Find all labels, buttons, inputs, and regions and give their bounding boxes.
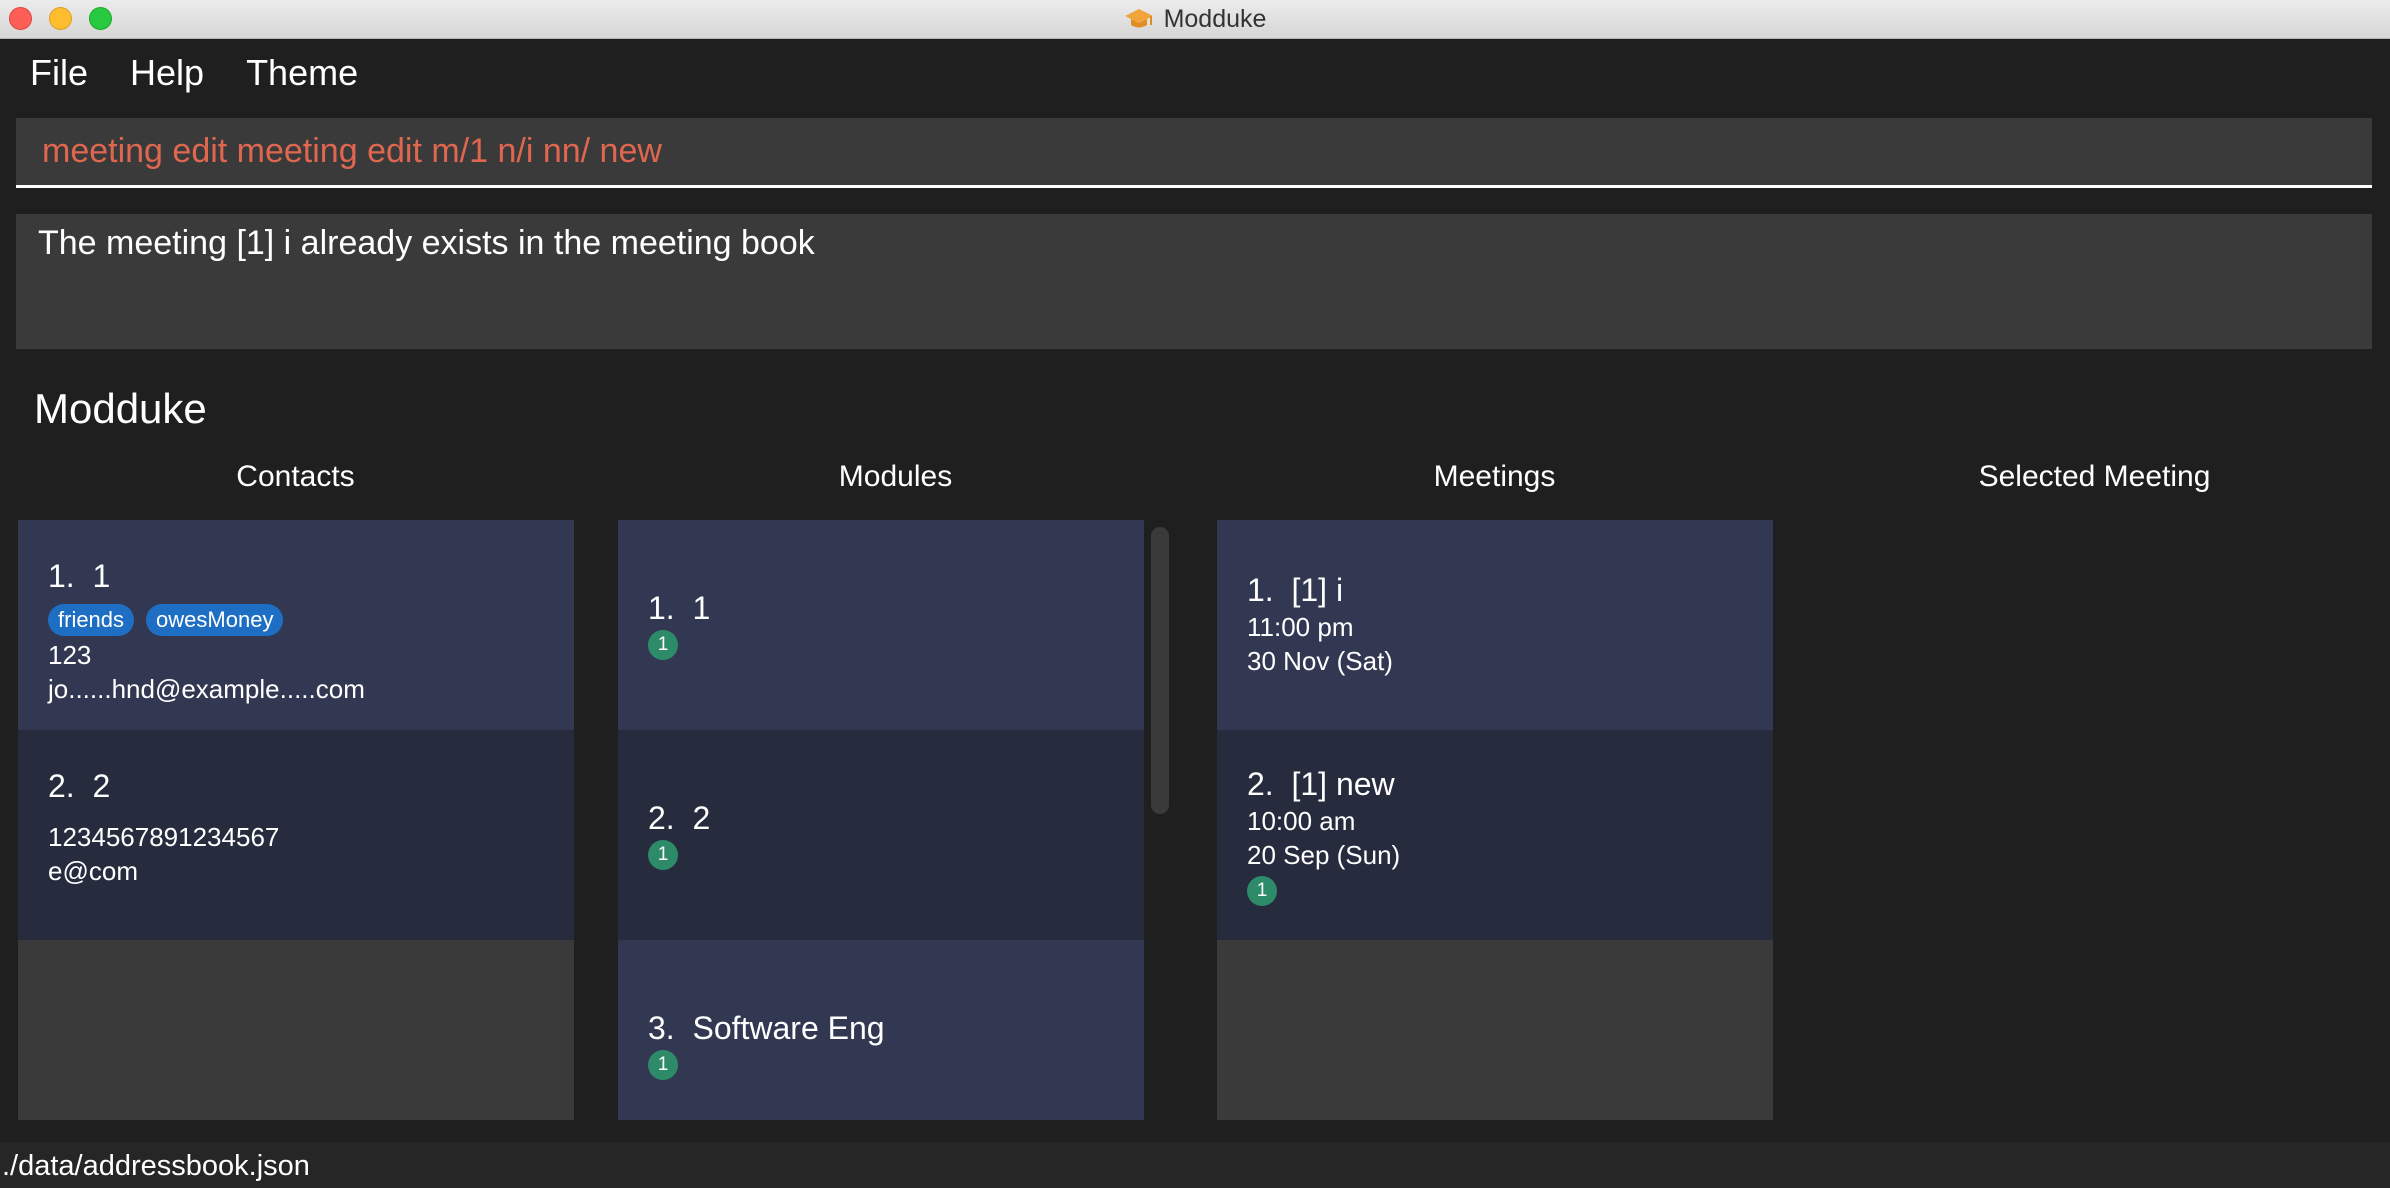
contact-title: 1. 1 bbox=[48, 558, 110, 595]
module-name: Software Eng bbox=[692, 1010, 885, 1046]
meeting-time: 11:00 pm bbox=[1247, 612, 1354, 642]
menu-bar: File Help Theme bbox=[0, 38, 2390, 108]
meeting-module-badge: 1 bbox=[1247, 876, 1277, 906]
module-index: 3. bbox=[648, 1010, 675, 1046]
module-name: 2 bbox=[692, 800, 711, 836]
contact-card[interactable]: 2. 2 1234567891234567 e@com bbox=[18, 730, 574, 940]
module-card[interactable]: 2. 2 1 bbox=[618, 730, 1144, 940]
contact-name: 2 bbox=[92, 768, 111, 804]
selected-meeting-title: Selected Meeting bbox=[1978, 460, 2211, 493]
contact-tags: friends owesMoney bbox=[48, 604, 295, 636]
modules-title: Modules bbox=[838, 460, 953, 493]
contact-title: 2. 2 bbox=[48, 768, 110, 805]
graduation-cap-icon bbox=[1124, 9, 1153, 28]
modules-list[interactable]: 1. 1 1 2. 2 1 3. Software Eng 1 bbox=[618, 520, 1144, 1120]
meetings-title: Meetings bbox=[1433, 460, 1556, 493]
contact-index: 1. bbox=[48, 558, 75, 594]
module-count-badge: 1 bbox=[648, 840, 678, 870]
module-index: 1. bbox=[648, 590, 675, 626]
contact-email: jo......hnd@example.....com bbox=[48, 674, 365, 704]
tag-friends: friends bbox=[48, 604, 135, 636]
command-input-text: meeting edit meeting edit m/1 n/i nn/ ne… bbox=[42, 132, 662, 170]
window-title-bar: Modduke bbox=[0, 0, 2390, 39]
result-display: The meeting [1] i already exists in the … bbox=[16, 214, 2372, 349]
modules-scrollbar[interactable] bbox=[1151, 527, 1169, 814]
contacts-title: Contacts bbox=[236, 460, 355, 493]
data-file-path: ./data/addressbook.json bbox=[2, 1150, 310, 1182]
module-card[interactable]: 1. 1 1 bbox=[618, 520, 1144, 730]
module-title: 3. Software Eng bbox=[648, 1010, 885, 1047]
module-count-badge: 1 bbox=[648, 630, 678, 660]
contact-phone: 123 bbox=[48, 640, 92, 670]
contact-phone: 1234567891234567 bbox=[48, 822, 280, 852]
meeting-title: 1. [1] i bbox=[1247, 572, 1343, 609]
module-card[interactable]: 3. Software Eng 1 bbox=[618, 940, 1144, 1120]
selected-meeting-panel bbox=[1817, 520, 2372, 1120]
contact-email: e@com bbox=[48, 856, 138, 886]
meeting-date: 30 Nov (Sat) bbox=[1247, 646, 1393, 676]
meeting-name: [1] new bbox=[1291, 766, 1395, 802]
menu-theme[interactable]: Theme bbox=[246, 52, 358, 94]
module-index: 2. bbox=[648, 800, 675, 836]
tag-owesmoney: owesMoney bbox=[146, 604, 284, 636]
result-message: The meeting [1] i already exists in the … bbox=[38, 224, 815, 262]
meeting-date: 20 Sep (Sun) bbox=[1247, 840, 1401, 870]
meeting-card[interactable]: 2. [1] new 10:00 am 20 Sep (Sun) 1 bbox=[1217, 730, 1773, 940]
meeting-title: 2. [1] new bbox=[1247, 766, 1395, 803]
meeting-card[interactable]: 1. [1] i 11:00 pm 30 Nov (Sat) bbox=[1217, 520, 1773, 730]
module-count-badge: 1 bbox=[648, 1050, 678, 1080]
contact-index: 2. bbox=[48, 768, 75, 804]
meeting-time: 10:00 am bbox=[1247, 806, 1356, 836]
menu-help[interactable]: Help bbox=[130, 52, 204, 94]
contact-card[interactable]: 1. 1 friends owesMoney 123 jo......hnd@ex… bbox=[18, 520, 574, 730]
module-title: 1. 1 bbox=[648, 590, 710, 627]
app-heading: Modduke bbox=[34, 385, 207, 432]
meeting-index: 2. bbox=[1247, 766, 1274, 802]
window-title: Modduke bbox=[1163, 4, 1267, 33]
status-bar: ./data/addressbook.json bbox=[0, 1142, 2390, 1188]
contacts-list[interactable]: 1. 1 friends owesMoney 123 jo......hnd@ex… bbox=[18, 520, 574, 1120]
meeting-name: [1] i bbox=[1291, 572, 1344, 608]
module-name: 1 bbox=[692, 590, 711, 626]
window-title-group: Modduke bbox=[0, 0, 2390, 38]
module-title: 2. 2 bbox=[648, 800, 710, 837]
command-input[interactable]: meeting edit meeting edit m/1 n/i nn/ ne… bbox=[16, 118, 2372, 188]
contact-name: 1 bbox=[92, 558, 111, 594]
meeting-index: 1. bbox=[1247, 572, 1274, 608]
menu-file[interactable]: File bbox=[30, 52, 88, 94]
meetings-list[interactable]: 1. [1] i 11:00 pm 30 Nov (Sat) 2. [1] ne… bbox=[1217, 520, 1773, 1120]
